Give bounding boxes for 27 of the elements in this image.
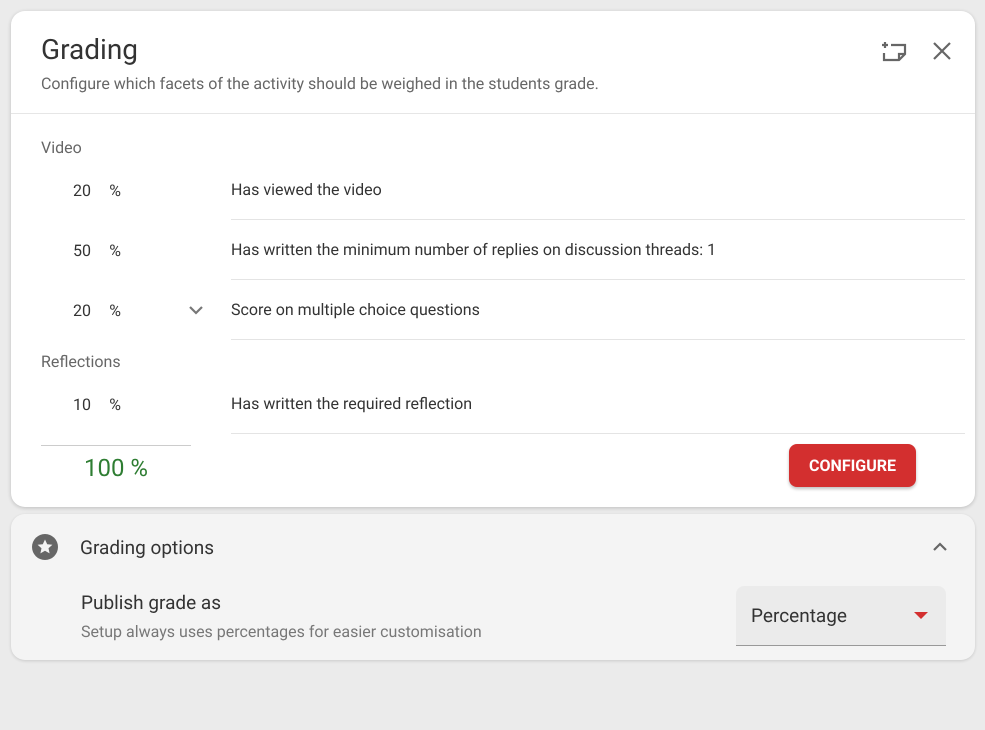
section-title: Reflections	[41, 352, 122, 373]
panel-title[interactable]: Grading options	[80, 536, 910, 558]
chevron-up-icon[interactable]	[932, 542, 948, 552]
section-title: Video	[41, 138, 83, 159]
dialog-title: Grading	[41, 33, 140, 66]
criterion-label: Has viewed the video	[231, 180, 382, 199]
criterion-label: Score on multiple choice questions	[231, 300, 480, 319]
dialog-subtitle: Configure which facets of the activity should be weighed in the students grade.	[41, 74, 600, 93]
percent-unit: %	[108, 300, 121, 320]
weight-value[interactable]: 20	[41, 180, 91, 200]
add-note-icon[interactable]	[881, 40, 907, 62]
criterion-label: Has written the required reflection	[231, 394, 472, 413]
weight-value[interactable]: 20	[41, 300, 91, 320]
percent-unit: %	[108, 394, 121, 414]
dropdown-arrow-icon	[914, 612, 928, 619]
weight-value[interactable]: 50	[41, 240, 91, 260]
setting-hint: Setup always uses percentages for easier customisation	[81, 622, 483, 641]
criterion-label: Has written the minimum number of replies on discussion threads: 1	[231, 240, 716, 259]
percent-unit: %	[108, 240, 121, 260]
total-percentage: 100 %	[41, 445, 191, 482]
weight-value[interactable]: 10	[41, 394, 91, 414]
close-icon[interactable]	[933, 42, 951, 60]
setting-label: Publish grade as	[81, 591, 222, 614]
percent-unit: %	[108, 180, 121, 200]
chevron-down-icon[interactable]	[188, 305, 204, 315]
grade-format-select[interactable]: Percentage	[736, 586, 946, 646]
configure-button[interactable]: CONFIGURE	[789, 444, 916, 487]
